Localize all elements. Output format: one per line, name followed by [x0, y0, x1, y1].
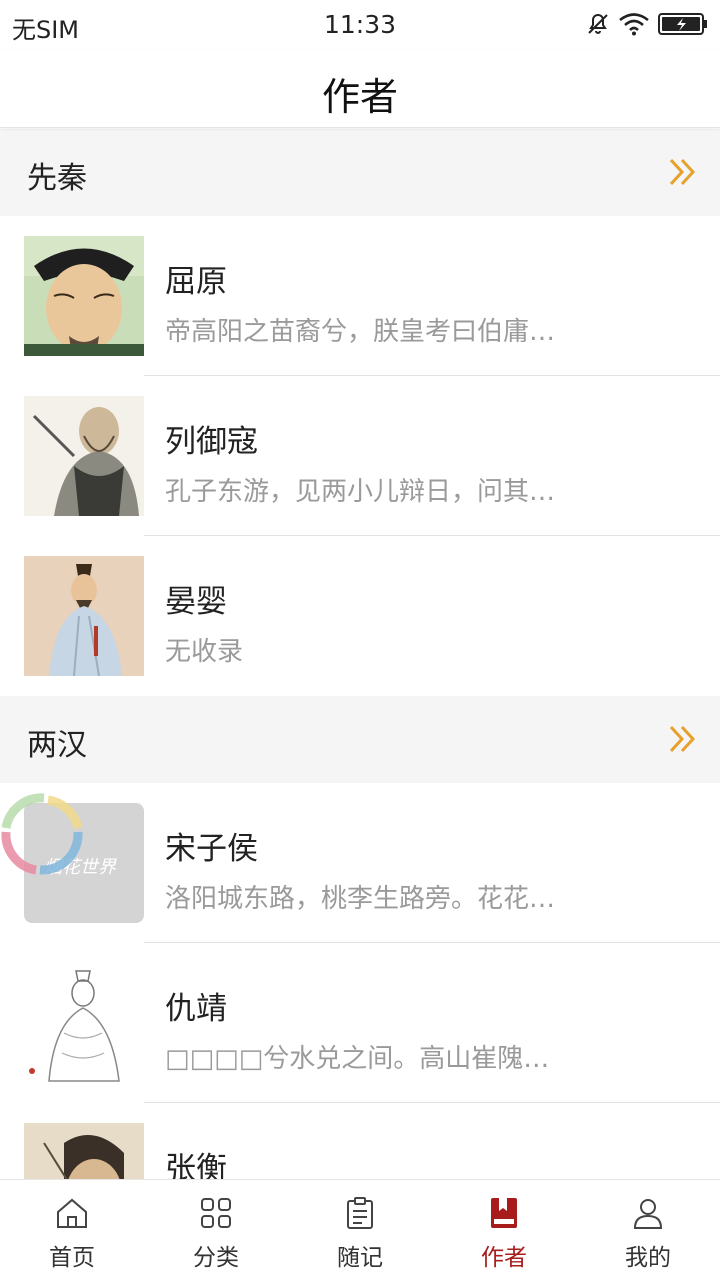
tab-profile[interactable]: 我的	[576, 1180, 720, 1280]
tab-label: 首页	[49, 1245, 95, 1271]
author-name: 列御寇	[165, 424, 258, 460]
tab-notes[interactable]: 随记	[288, 1180, 432, 1280]
section-header-lianghan[interactable]: 两汉	[0, 696, 720, 783]
section-title: 两汉	[27, 728, 87, 763]
double-chevron-right-icon[interactable]	[668, 156, 698, 188]
home-icon	[57, 1198, 87, 1228]
author-excerpt: □□□□兮水兑之间。高山崔隗…	[165, 1044, 550, 1074]
wifi-icon	[619, 13, 649, 36]
author-excerpt: 帝高阳之苗裔兮，朕皇考曰伯庸…	[165, 317, 556, 347]
book-icon	[491, 1198, 517, 1228]
author-row[interactable]: 烟花世界 宋子侯 洛阳城东路，桃李生路旁。花花…	[0, 783, 720, 943]
author-list[interactable]: 先秦 屈原 帝高阳之苗裔兮，朕皇考曰伯庸… 列御寇 孔子东游，见两小儿辩日，问其…	[0, 129, 720, 1179]
author-row[interactable]: 列御寇 孔子东游，见两小儿辩日，问其…	[0, 376, 720, 536]
tab-label: 分类	[193, 1245, 239, 1271]
author-portrait	[24, 1123, 144, 1179]
page-title: 作者	[321, 75, 398, 119]
author-name: 屈原	[165, 264, 227, 300]
section-title: 先秦	[27, 161, 87, 196]
author-portrait	[24, 236, 144, 356]
author-name: 宋子侯	[165, 831, 258, 867]
notes-icon	[347, 1197, 373, 1229]
bottom-tab-bar: 首页 分类 随记 作者 我的	[0, 1179, 720, 1280]
author-name: 仇靖	[165, 991, 227, 1027]
section-header-xianqin[interactable]: 先秦	[0, 129, 720, 216]
author-row[interactable]: 晏婴 无收录	[0, 536, 720, 696]
author-portrait	[24, 396, 144, 516]
tab-label: 我的	[625, 1245, 671, 1271]
author-excerpt: 洛阳城东路，桃李生路旁。花花…	[165, 884, 556, 914]
battery-charging-icon	[658, 13, 707, 35]
tab-home[interactable]: 首页	[0, 1180, 144, 1280]
tab-label: 作者	[481, 1245, 527, 1271]
mute-bell-icon	[588, 13, 608, 34]
grid-icon	[201, 1198, 231, 1228]
tab-category[interactable]: 分类	[144, 1180, 288, 1280]
person-icon	[633, 1199, 663, 1229]
author-portrait	[24, 963, 144, 1083]
status-bar: 无SIM 11:33	[0, 0, 720, 50]
author-row[interactable]: 屈原 帝高阳之苗裔兮，朕皇考曰伯庸…	[0, 216, 720, 376]
tab-label: 随记	[337, 1245, 383, 1271]
tab-authors[interactable]: 作者	[432, 1180, 576, 1280]
author-portrait	[24, 556, 144, 676]
author-row[interactable]: 张衡	[0, 1103, 720, 1179]
author-name: 晏婴	[165, 584, 227, 620]
author-name: 张衡	[165, 1151, 227, 1179]
author-excerpt: 无收录	[165, 637, 244, 667]
double-chevron-right-icon[interactable]	[668, 723, 698, 755]
author-row[interactable]: 仇靖 □□□□兮水兑之间。高山崔隗…	[0, 943, 720, 1103]
navigation-bar: 作者	[0, 50, 720, 128]
loading-spinner-icon	[1, 793, 83, 875]
status-icons	[586, 12, 708, 36]
author-excerpt: 孔子东游，见两小儿辩日，问其…	[165, 477, 556, 507]
